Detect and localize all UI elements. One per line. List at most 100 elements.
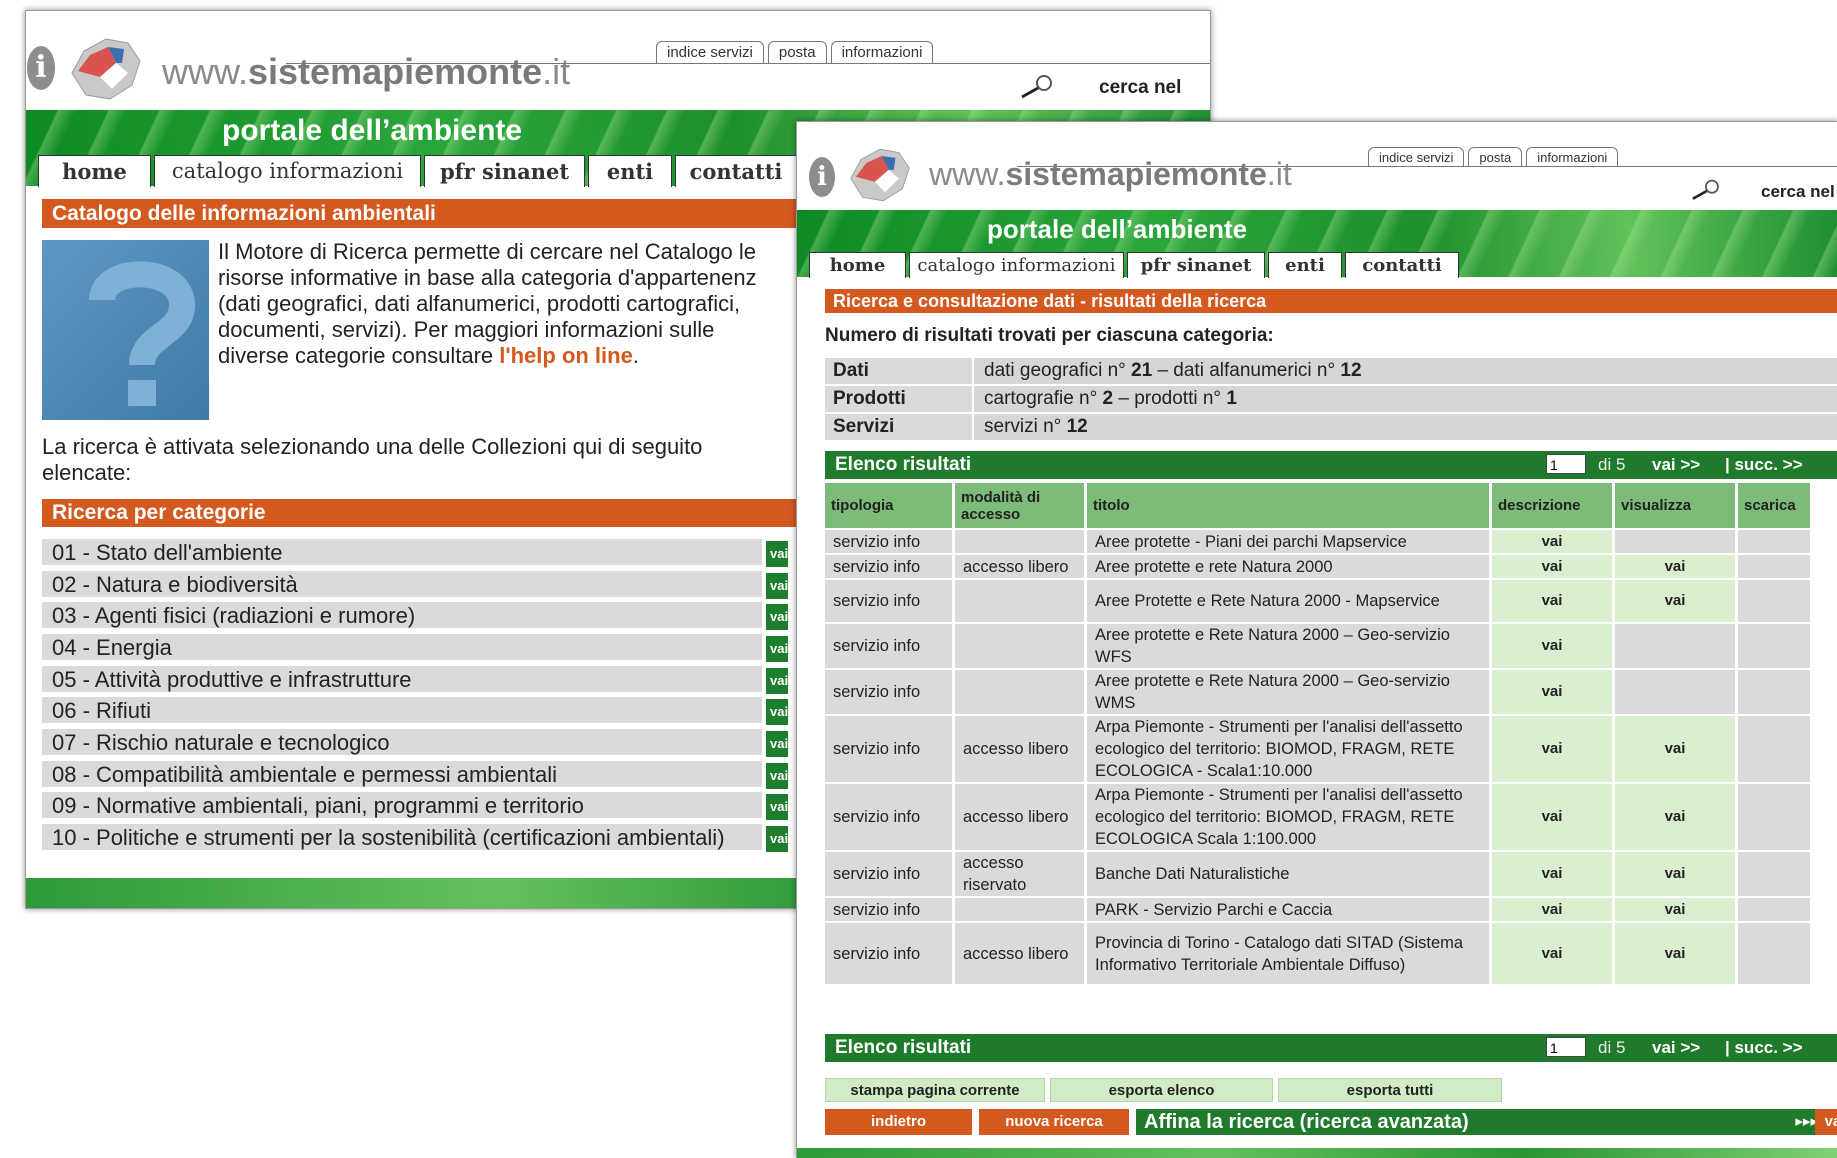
cell-descrizione[interactable]: vai xyxy=(1492,852,1612,896)
site-header: i www.sistemapiemonte.it indice servizi … xyxy=(797,122,1837,210)
count-label: Prodotti xyxy=(825,386,972,412)
pager-next-link[interactable]: | succ. >> xyxy=(1725,451,1803,479)
category-vai-button[interactable]: vai xyxy=(766,699,788,725)
category-vai-button[interactable]: vai xyxy=(766,573,788,599)
top-link-indice-servizi[interactable]: indice servizi xyxy=(1368,147,1465,167)
page-number-input[interactable]: 1 xyxy=(1546,454,1586,474)
category-item[interactable]: 04 - Energia xyxy=(42,634,762,662)
category-item[interactable]: 02 - Natura e biodiversità xyxy=(42,571,762,599)
cell-visualizza[interactable]: vai xyxy=(1615,852,1735,896)
site-url-post: .it xyxy=(542,51,571,92)
cell-titolo[interactable]: Aree protette e Rete Natura 2000 – Geo-s… xyxy=(1087,624,1489,668)
intro-line: diverse categorie consultare xyxy=(218,343,500,368)
cell-titolo[interactable]: Aree Protette e Rete Natura 2000 - Mapse… xyxy=(1087,580,1489,622)
cell-descrizione[interactable]: vai xyxy=(1492,670,1612,714)
nav-tab-pfr-sinanet[interactable]: pfr sinanet xyxy=(424,155,585,187)
site-url-pre: www. xyxy=(929,156,1006,192)
cell-visualizza[interactable]: vai xyxy=(1615,716,1735,782)
category-vai-button[interactable]: vai xyxy=(766,636,788,662)
category-item[interactable]: 05 - Attività produttive e infrastruttur… xyxy=(42,666,762,694)
advanced-search-label[interactable]: Affina la ricerca (ricerca avanzata) xyxy=(1144,1111,1469,1133)
top-link-informazioni[interactable]: informazioni xyxy=(830,41,934,64)
category-vai-button[interactable]: vai xyxy=(766,604,788,630)
export-list-button[interactable]: esporta elenco xyxy=(1050,1078,1273,1102)
nav-tab-contatti[interactable]: contatti xyxy=(1345,252,1459,278)
cell-visualizza[interactable]: vai xyxy=(1615,923,1735,984)
search-label[interactable]: cerca nel xyxy=(1761,182,1835,202)
pager-go-link[interactable]: vai >> xyxy=(1652,1034,1700,1062)
category-item[interactable]: 03 - Agenti fisici (radiazioni e rumore) xyxy=(42,602,762,630)
top-link-informazioni[interactable]: informazioni xyxy=(1526,147,1619,167)
help-online-link[interactable]: l'help on line xyxy=(499,343,633,368)
cell-descrizione[interactable]: vai xyxy=(1492,923,1612,984)
cell-titolo[interactable]: Arpa Piemonte - Strumenti per l'analisi … xyxy=(1087,716,1489,782)
nav-tab-enti[interactable]: enti xyxy=(588,155,672,187)
cell-titolo[interactable]: Provincia di Torino - Catalogo dati SITA… xyxy=(1087,923,1489,984)
category-vai-button[interactable]: vai xyxy=(766,668,788,694)
print-page-button[interactable]: stampa pagina corrente xyxy=(825,1078,1045,1102)
category-item[interactable]: 10 - Politiche e strumenti per la sosten… xyxy=(42,824,762,852)
cell-visualizza[interactable]: vai xyxy=(1615,580,1735,622)
category-vai-button[interactable]: vai xyxy=(766,763,788,789)
pager-go-link[interactable]: vai >> xyxy=(1652,451,1700,479)
search-icon[interactable] xyxy=(1016,73,1056,103)
cell-descrizione[interactable]: vai xyxy=(1492,898,1612,921)
table-row: servizio info accesso libero Aree protette… xyxy=(825,555,1810,578)
top-link-posta[interactable]: posta xyxy=(767,41,827,64)
back-button[interactable]: indietro xyxy=(825,1109,972,1135)
cell-descrizione[interactable]: vai xyxy=(1492,624,1612,668)
export-all-button[interactable]: esporta tutti xyxy=(1278,1078,1502,1102)
cell-titolo[interactable]: PARK - Servizio Parchi e Caccia xyxy=(1087,898,1489,921)
search-icon[interactable] xyxy=(1687,178,1723,204)
cell-descrizione[interactable]: vai xyxy=(1492,784,1612,850)
category-item[interactable]: 01 - Stato dell'ambiente xyxy=(42,539,762,567)
site-url[interactable]: www.sistemapiemonte.it xyxy=(929,156,1292,193)
category-item[interactable]: 07 - Rischio naturale e tecnologico xyxy=(42,729,762,757)
cell-descrizione[interactable]: vai xyxy=(1492,555,1612,578)
cell-descrizione[interactable]: vai xyxy=(1492,580,1612,622)
category-vai-button[interactable]: vai xyxy=(766,794,788,820)
nav-tab-catalogo[interactable]: catalogo informazioni xyxy=(909,252,1124,278)
category-vai-button[interactable]: vai xyxy=(766,826,788,852)
cell-tipologia: servizio info xyxy=(825,923,952,984)
nav-tab-contatti[interactable]: contatti xyxy=(675,155,797,187)
category-vai-button[interactable]: vai xyxy=(766,731,788,757)
nav-tab-home[interactable]: home xyxy=(38,155,151,187)
cell-tipologia: servizio info xyxy=(825,530,952,553)
info-icon[interactable]: i xyxy=(809,157,835,197)
cell-titolo[interactable]: Aree protette e rete Natura 2000 xyxy=(1087,555,1489,578)
nav-tab-enti[interactable]: enti xyxy=(1268,252,1342,278)
search-label[interactable]: cerca nel xyxy=(1099,77,1181,99)
page-number-input[interactable]: 1 xyxy=(1546,1037,1586,1057)
nav-tab-catalogo[interactable]: catalogo informazioni xyxy=(154,155,421,187)
site-url[interactable]: www.sistemapiemonte.it xyxy=(162,51,570,93)
cell-visualizza[interactable]: vai xyxy=(1615,898,1735,921)
category-item[interactable]: 08 - Compatibilità ambientale e permessi… xyxy=(42,761,762,789)
advanced-search-go-button[interactable]: vai xyxy=(1815,1109,1837,1135)
piemonte-map-logo xyxy=(71,38,141,100)
nav-tab-home[interactable]: home xyxy=(809,252,906,278)
cell-visualizza xyxy=(1615,670,1735,714)
category-item[interactable]: 09 - Normative ambientali, piani, progra… xyxy=(42,792,762,820)
cell-titolo[interactable]: Aree protette - Piani dei parchi Mapserv… xyxy=(1087,530,1489,553)
info-icon[interactable]: i xyxy=(27,46,55,90)
question-mark-image xyxy=(42,240,209,420)
top-links-line xyxy=(286,63,1210,64)
category-item[interactable]: 06 - Rifiuti xyxy=(42,697,762,725)
cell-visualizza[interactable]: vai xyxy=(1615,555,1735,578)
advanced-search-bar[interactable]: Affina la ricerca (ricerca avanzata) ▸▸▸ xyxy=(1136,1109,1826,1135)
cell-descrizione[interactable]: vai xyxy=(1492,716,1612,782)
category-vai-button[interactable]: vai xyxy=(766,541,788,567)
pager-next-link[interactable]: | succ. >> xyxy=(1725,1034,1803,1062)
cell-scarica xyxy=(1738,624,1810,668)
new-search-button[interactable]: nuova ricerca xyxy=(979,1109,1129,1135)
nav-tab-pfr-sinanet[interactable]: pfr sinanet xyxy=(1127,252,1265,278)
top-link-indice-servizi[interactable]: indice servizi xyxy=(656,41,764,64)
cell-descrizione[interactable]: vai xyxy=(1492,530,1612,553)
cell-titolo[interactable]: Banche Dati Naturalistiche xyxy=(1087,852,1489,896)
top-link-posta[interactable]: posta xyxy=(1468,147,1523,167)
cell-titolo[interactable]: Aree protette e Rete Natura 2000 – Geo-s… xyxy=(1087,670,1489,714)
cell-titolo[interactable]: Arpa Piemonte - Strumenti per l'analisi … xyxy=(1087,784,1489,850)
cell-visualizza[interactable]: vai xyxy=(1615,784,1735,850)
results-window: i www.sistemapiemonte.it indice servizi … xyxy=(796,121,1837,1158)
